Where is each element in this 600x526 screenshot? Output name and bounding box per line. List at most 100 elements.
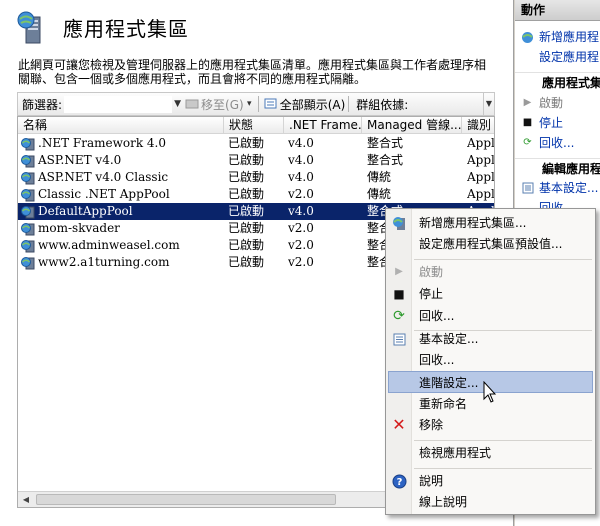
start-icon: ▶ (395, 266, 403, 277)
menu-online-help-label: 線上說明 (419, 495, 468, 509)
go-dropdown-icon[interactable]: ▾ (244, 99, 255, 109)
pool-net-version: v4.0 (288, 204, 314, 218)
scrollbar-thumb[interactable] (36, 494, 336, 505)
action-add-pool[interactable]: 新增應用程 (515, 28, 599, 46)
app-pool-icon (21, 205, 35, 218)
start-icon: ▶ (523, 97, 532, 108)
pool-name-cell: mom-skvader (21, 220, 223, 237)
menu-help[interactable]: ? 說明 (388, 470, 593, 492)
column-header-name[interactable]: 名稱 (18, 117, 224, 134)
show-all-button[interactable]: 全部顯示(A) (264, 96, 346, 113)
menu-basic-settings[interactable]: 基本設定... (388, 328, 593, 350)
column-header-identity[interactable]: 識別 (462, 117, 494, 134)
table-row[interactable]: .NET Framework 4.0 已啟動 v4.0 整合式 Appli (18, 135, 494, 152)
menu-set-defaults-label: 設定應用程式集區預設值... (419, 237, 563, 251)
pool-net-version: v2.0 (288, 187, 314, 201)
table-row[interactable]: Classic .NET AppPool 已啟動 v2.0 傳統 Appli (18, 186, 494, 203)
action-add-pool-label: 新增應用程 (539, 30, 600, 44)
action-recycle-label: 回收... (539, 136, 575, 150)
groupby-label[interactable]: 群組依據: (356, 96, 408, 113)
menu-stop-label: 停止 (419, 287, 444, 301)
menu-advanced-settings-label: 進階設定... (419, 376, 479, 390)
show-all-label: 全部顯示(A) (279, 97, 346, 112)
table-row[interactable]: ASP.NET v4.0 已啟動 v4.0 整合式 Appli (18, 152, 494, 169)
pool-name: Classic .NET AppPool (38, 187, 170, 201)
column-header-status[interactable]: 狀態 (224, 117, 284, 134)
toolbar-divider (348, 96, 350, 112)
pool-status: 已啟動 (228, 187, 265, 201)
show-all-icon (264, 98, 277, 109)
filter-dropdown-icon[interactable]: ▼ (172, 99, 183, 109)
menu-remove[interactable]: ✕ 移除 (388, 414, 593, 436)
menu-basic-settings-label: 基本設定... (419, 332, 479, 346)
menu-add-pool[interactable]: 新增應用程式集區... (388, 212, 593, 234)
pool-identity: Appli (467, 187, 495, 201)
action-stop-label: 停止 (539, 116, 564, 130)
app-pool-icon (21, 171, 35, 184)
help-icon: ? (391, 473, 407, 489)
toolbar-overflow-icon[interactable]: ▼ (483, 93, 494, 115)
column-header-net-version[interactable]: .NET Frame... (284, 117, 362, 134)
pool-name: .NET Framework 4.0 (38, 136, 166, 150)
pool-status: 已啟動 (228, 204, 265, 218)
action-basic-settings[interactable]: 基本設定... (515, 179, 598, 197)
action-basic-settings-label: 基本設定... (539, 181, 599, 195)
pool-status: 已啟動 (228, 136, 265, 150)
filter-input[interactable] (64, 95, 173, 113)
stop-icon: ■ (393, 287, 405, 301)
table-row[interactable]: ASP.NET v4.0 Classic 已啟動 v4.0 傳統 Appli (18, 169, 494, 186)
app-pool-icon (21, 137, 35, 150)
menu-rename-label: 重新命名 (419, 397, 468, 411)
mouse-cursor-icon (483, 381, 497, 403)
stop-icon: ■ (522, 117, 533, 128)
go-label: 移至(G) (201, 97, 244, 112)
menu-separator (414, 440, 592, 441)
pool-name-cell: .NET Framework 4.0 (21, 135, 223, 152)
actions-section-pool-tasks: 應用程式集 (515, 72, 600, 92)
pool-name-cell: DefaultAppPool (21, 203, 223, 220)
pool-net-version: v4.0 (288, 136, 314, 150)
action-start[interactable]: ▶ 啟動 (515, 94, 563, 112)
menu-separator (414, 468, 592, 469)
menu-online-help[interactable]: 線上說明 (388, 491, 593, 513)
pool-identity: Appli (467, 153, 495, 167)
menu-view-apps[interactable]: 檢視應用程式 (388, 442, 593, 464)
action-stop[interactable]: ■ 停止 (515, 114, 563, 132)
menu-stop[interactable]: ■ 停止 (388, 283, 593, 305)
column-header-pipeline-mode[interactable]: Managed 管線... (362, 117, 462, 134)
pool-name-cell: www2.a1turning.com (21, 254, 223, 271)
app-pool-icon (21, 188, 35, 201)
application-pools-icon (17, 11, 41, 44)
pool-name-cell: Classic .NET AppPool (21, 186, 223, 203)
filter-toolbar: 篩選器: ▼ 移至(G) ▾ 全部顯示(A) 群組依據: ▼ (17, 92, 495, 116)
pool-pipeline-mode: 整合式 (367, 136, 404, 150)
pool-net-version: v2.0 (288, 221, 314, 235)
menu-set-defaults[interactable]: 設定應用程式集區預設值... (388, 233, 593, 255)
pool-status: 已啟動 (228, 255, 265, 269)
pool-status: 已啟動 (228, 170, 265, 184)
page-description: 此網頁可讓您檢視及管理伺服器上的應用程式集區清單。應用程式集區與工作者處理序相 … (18, 58, 487, 86)
menu-view-apps-label: 檢視應用程式 (419, 446, 492, 460)
menu-start[interactable]: ▶ 啟動 (388, 261, 593, 283)
go-button[interactable]: 移至(G) (185, 96, 244, 113)
remove-icon: ✕ (392, 415, 406, 434)
scroll-left-icon[interactable]: ◀ (18, 492, 34, 507)
add-pool-icon (521, 31, 534, 44)
action-set-defaults[interactable]: 設定應用程 (515, 48, 599, 66)
basic-settings-icon (391, 331, 407, 347)
app-pool-icon (21, 256, 35, 269)
pool-identity: Appli (467, 170, 495, 184)
pool-status: 已啟動 (228, 238, 265, 252)
actions-section-edit-pool: 編輯應用程 (515, 158, 600, 178)
action-recycle[interactable]: ⟳ 回收... (515, 134, 574, 152)
pool-name: ASP.NET v4.0 (38, 153, 122, 167)
pool-net-version: v4.0 (288, 153, 314, 167)
menu-remove-label: 移除 (419, 418, 444, 432)
page-title: 應用程式集區 (63, 17, 189, 41)
menu-recycle-2[interactable]: 回收... (388, 349, 593, 371)
action-set-defaults-label: 設定應用程 (539, 50, 600, 64)
menu-recycle[interactable]: ⟳ 回收... (388, 305, 593, 327)
pool-name: ASP.NET v4.0 Classic (38, 170, 169, 184)
pool-pipeline-mode: 整合式 (367, 153, 404, 167)
go-icon (185, 99, 199, 109)
